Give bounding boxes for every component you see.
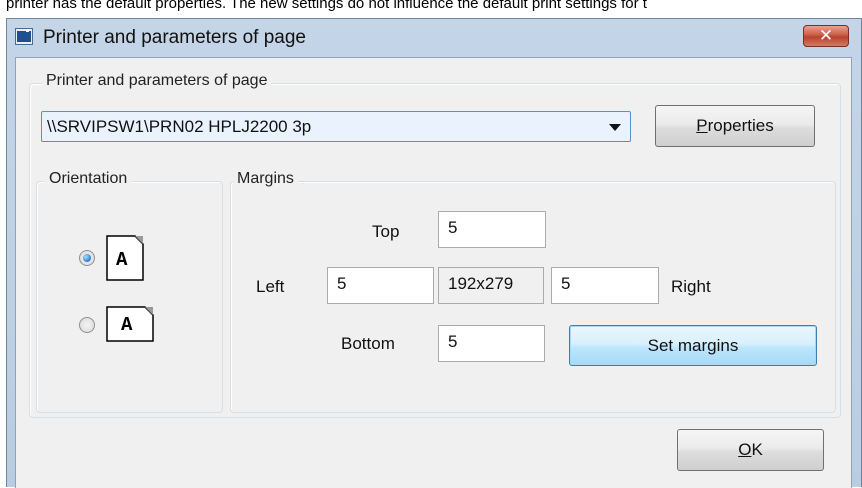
top-margin-input[interactable]: 5 <box>438 211 546 248</box>
bottom-margin-input[interactable]: 5 <box>438 325 545 362</box>
window-title: Printer and parameters of page <box>43 27 306 48</box>
margins-group: Margins Top 5 Left 5 192x279 5 Right Bot… <box>230 170 836 413</box>
properties-button[interactable]: Properties <box>655 105 815 147</box>
close-icon: ✕ <box>818 26 834 45</box>
properties-button-label: roperties <box>707 116 774 135</box>
title-bar[interactable]: Printer and parameters of page ✕ <box>7 19 861 57</box>
portrait-page-icon: A <box>106 235 144 281</box>
landscape-radio[interactable] <box>79 317 95 333</box>
portrait-letter: A <box>116 249 128 271</box>
top-label: Top <box>372 222 400 241</box>
ok-button[interactable]: OK <box>677 429 824 471</box>
left-label: Left <box>256 277 285 296</box>
printer-dialog: Printer and parameters of page ✕ Printer… <box>6 18 862 488</box>
orientation-group: Orientation A A <box>36 170 223 413</box>
printer-select-value: \\SRVIPSW1\PRN02 HPLJ2200 3p <box>47 117 312 136</box>
printer-select[interactable]: \\SRVIPSW1\PRN02 HPLJ2200 3p <box>41 111 631 142</box>
ok-button-label: K <box>751 440 763 459</box>
portrait-radio[interactable] <box>79 250 95 266</box>
left-margin-input[interactable]: 5 <box>327 267 434 304</box>
window-app-icon <box>15 28 33 45</box>
landscape-page-icon: A <box>106 306 154 342</box>
properties-mnemonic: P <box>696 116 708 135</box>
ok-mnemonic: O <box>738 440 752 459</box>
right-label: Right <box>671 277 711 296</box>
bottom-label: Bottom <box>341 334 395 353</box>
orientation-group-legend: Orientation <box>45 170 132 188</box>
landscape-letter: A <box>121 314 133 336</box>
printer-group-legend: Printer and parameters of page <box>42 72 272 90</box>
chevron-down-icon[interactable] <box>609 124 621 131</box>
dialog-client-area: Printer and parameters of page \\SRVIPSW… <box>15 57 852 488</box>
printer-group: Printer and parameters of page \\SRVIPSW… <box>29 72 841 418</box>
margins-group-legend: Margins <box>233 170 298 188</box>
right-margin-input[interactable]: 5 <box>551 267 659 304</box>
page-size-display: 192x279 <box>438 267 544 304</box>
background-document-text: printer has the default properties. The … <box>6 0 647 12</box>
close-button[interactable]: ✕ <box>803 25 849 47</box>
set-margins-button[interactable]: Set margins <box>569 325 817 366</box>
